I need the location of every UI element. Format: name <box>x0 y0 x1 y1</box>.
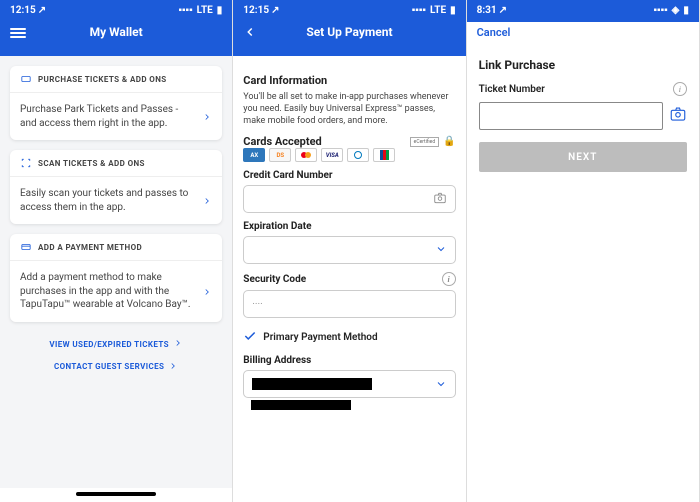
billing-label: Billing Address <box>243 355 311 366</box>
section-title: Card Information <box>243 74 455 87</box>
info-icon[interactable]: i <box>673 82 687 96</box>
header: 12:15↗ ▪▪▪▪ LTE ▮ Set Up Payment <box>233 0 465 56</box>
sec-label: Security Code <box>243 274 306 285</box>
battery-icon: ▮ <box>683 5 689 16</box>
view-expired-link[interactable]: VIEW USED/EXPIRED TICKETS <box>49 334 183 354</box>
network-label: LTE <box>430 5 446 16</box>
page-title: Link Purchase <box>479 58 687 72</box>
card-title: ADD A PAYMENT METHOD <box>38 243 142 252</box>
signal-icon: ▪▪▪▪ <box>178 5 192 16</box>
page-title: My Wallet <box>90 25 143 39</box>
status-time: 12:15 <box>10 5 36 16</box>
cancel-button[interactable]: Cancel <box>477 26 511 39</box>
billing-select[interactable] <box>243 370 455 398</box>
chevron-right-icon <box>202 282 212 301</box>
battery-icon: ▮ <box>217 5 223 16</box>
screen-set-up-payment: 12:15↗ ▪▪▪▪ LTE ▮ Set Up Payment Card Info… <box>233 0 466 502</box>
home-indicator[interactable] <box>76 492 156 496</box>
primary-payment-checkbox[interactable]: Primary Payment Method <box>243 328 455 347</box>
status-time: 12:15 <box>243 5 269 16</box>
jcb-icon <box>373 148 395 162</box>
redacted-text <box>252 378 372 390</box>
card-desc: Purchase Park Tickets and Passes - and a… <box>20 103 196 130</box>
chevron-right-icon <box>168 361 178 373</box>
chevron-right-icon <box>173 338 183 350</box>
status-time: 8:31 <box>477 5 497 16</box>
section-desc: You'll be all set to make in-app purchas… <box>243 91 455 127</box>
card-purchase-tickets[interactable]: PURCHASE TICKETS & ADD ONS Purchase Park… <box>10 66 222 140</box>
battery-icon: ▮ <box>450 5 456 16</box>
card-desc: Easily scan your tickets and passes to a… <box>20 187 196 214</box>
cc-label: Credit Card Number <box>243 170 332 181</box>
discover-icon: DS <box>269 148 291 162</box>
location-icon: ↗ <box>38 5 46 16</box>
card-brands: AX DS VISA <box>243 148 455 162</box>
card-scan-tickets[interactable]: SCAN TICKETS & ADD ONS Easily scan your … <box>10 150 222 224</box>
sec-placeholder: ···· <box>252 299 262 310</box>
back-button[interactable] <box>243 25 257 39</box>
card-title: PURCHASE TICKETS & ADD ONS <box>38 75 167 84</box>
exp-input[interactable] <box>243 236 455 264</box>
header: 12:15↗ ▪▪▪▪ LTE ▮ My Wallet <box>0 0 232 56</box>
ticket-icon <box>20 74 32 84</box>
content: Card Information You'll be all set to ma… <box>233 56 465 502</box>
amex-icon: AX <box>243 148 265 162</box>
ticket-number-input[interactable] <box>479 102 663 130</box>
sec-input[interactable]: ···· <box>243 290 455 318</box>
screen-link-purchase: 8:31↗ ▪▪▪▪ ◈▮ Cancel Link Purchase Ticket… <box>467 0 700 502</box>
info-icon[interactable]: i <box>442 272 456 286</box>
location-icon: ↗ <box>499 5 507 16</box>
card-desc: Add a payment method to make purchases i… <box>20 271 196 312</box>
chevron-right-icon <box>202 191 212 210</box>
scan-camera-button[interactable] <box>669 105 687 127</box>
mastercard-icon <box>295 148 317 162</box>
check-icon <box>243 328 257 347</box>
exp-label: Expiration Date <box>243 221 311 232</box>
hamburger-icon <box>10 26 26 38</box>
contact-services-link[interactable]: CONTACT GUEST SERVICES <box>54 357 178 377</box>
chevron-down-icon <box>435 243 447 258</box>
camera-icon[interactable] <box>433 191 447 208</box>
screen-my-wallet: 12:15↗ ▪▪▪▪ LTE ▮ My Wallet PURCHASE TICKE… <box>0 0 233 502</box>
visa-icon: VISA <box>321 148 343 162</box>
primary-label: Primary Payment Method <box>263 332 377 343</box>
cards-accepted-label: Cards Accepted <box>243 135 321 148</box>
card-icon <box>20 242 32 252</box>
content: Link Purchase Ticket Number i NEXT <box>467 42 699 182</box>
status-bar: 8:31↗ ▪▪▪▪ ◈▮ <box>467 0 699 18</box>
status-bar: 12:15↗ ▪▪▪▪ LTE ▮ <box>233 0 465 18</box>
wifi-icon: ◈ <box>672 5 680 16</box>
chevron-down-icon <box>435 375 447 394</box>
chevron-right-icon <box>202 107 212 126</box>
status-bar: 12:15↗ ▪▪▪▪ LTE ▮ <box>0 0 232 18</box>
signal-icon: ▪▪▪▪ <box>412 5 426 16</box>
certified-badge: eCertified <box>410 137 439 147</box>
lock-icon: 🔒 <box>443 136 455 147</box>
scan-icon <box>20 158 32 168</box>
network-label: LTE <box>197 5 213 16</box>
menu-button[interactable] <box>10 26 26 38</box>
cc-input[interactable] <box>243 185 455 213</box>
card-add-payment[interactable]: ADD A PAYMENT METHOD Add a payment metho… <box>10 234 222 322</box>
page-title: Set Up Payment <box>306 25 392 39</box>
diners-icon <box>347 148 369 162</box>
next-button[interactable]: NEXT <box>479 142 687 172</box>
ticket-number-label: Ticket Number <box>479 84 545 95</box>
redacted-text <box>251 400 351 410</box>
content: PURCHASE TICKETS & ADD ONS Purchase Park… <box>0 56 232 488</box>
location-icon: ↗ <box>271 5 279 16</box>
signal-icon: ▪▪▪▪ <box>653 5 667 16</box>
card-title: SCAN TICKETS & ADD ONS <box>38 159 145 168</box>
